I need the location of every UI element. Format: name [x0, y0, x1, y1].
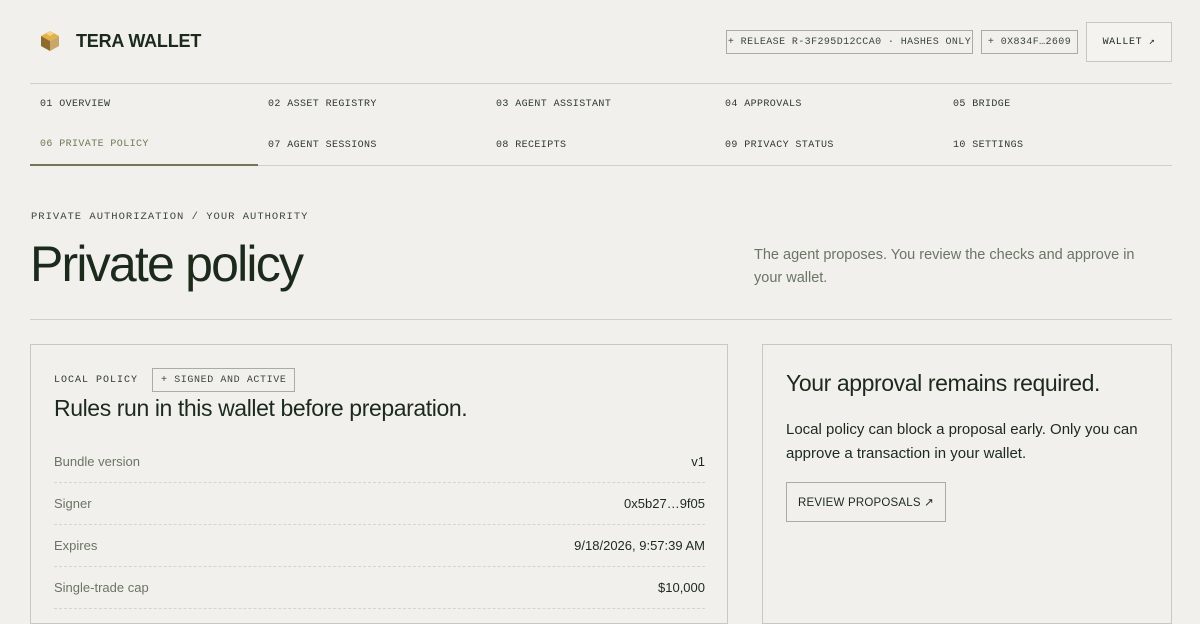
wallet-button[interactable]: WALLET ↗	[1086, 22, 1172, 62]
approval-title: Your approval remains required.	[786, 370, 1101, 396]
brand-name: TERA WALLET	[76, 30, 202, 51]
review-proposals-button[interactable]: REVIEW PROPOSALS ↗	[786, 482, 946, 522]
status-badge: + SIGNED AND ACTIVE	[152, 368, 296, 392]
nav-item-receipts[interactable]: 08 RECEIPTS	[486, 125, 714, 166]
page-title: Private policy	[30, 236, 304, 292]
detail-key: Bundle version	[54, 454, 140, 469]
app-header: TERA WALLET + RELEASE R-3F295D12CCA0 · H…	[30, 0, 1172, 84]
detail-row-signer: Signer 0x5b27…9f05	[54, 483, 705, 525]
nav-item-private-policy[interactable]: 06 PRIVATE POLICY	[30, 125, 258, 166]
detail-key: Signer	[54, 496, 92, 511]
nav-item-agent-assistant[interactable]: 03 AGENT ASSISTANT	[486, 84, 714, 125]
nav-item-agent-sessions[interactable]: 07 AGENT SESSIONS	[258, 125, 486, 166]
approval-card: Your approval remains required. Local po…	[762, 344, 1172, 624]
detail-key: Expires	[54, 538, 98, 553]
breadcrumb: PRIVATE AUTHORIZATION / YOUR AUTHORITY	[31, 211, 309, 223]
detail-value: 9/18/2026, 9:57:39 AM	[574, 538, 705, 553]
detail-value: v1	[691, 454, 705, 469]
policy-detail-list: Bundle version v1 Signer 0x5b27…9f05 Exp…	[54, 441, 705, 609]
card-label: LOCAL POLICY	[54, 375, 139, 386]
nav-item-settings[interactable]: 10 SETTINGS	[943, 125, 1171, 166]
page-intro: The agent proposes. You review the check…	[754, 247, 1135, 286]
detail-row-expires: Expires 9/18/2026, 9:57:39 AM	[54, 525, 705, 567]
cube-logo-icon	[41, 31, 59, 51]
detail-value: 0x5b27…9f05	[624, 496, 705, 511]
main-nav: 01 OVERVIEW 02 ASSET REGISTRY 03 AGENT A…	[30, 84, 1172, 166]
wallet-address-chip[interactable]: + 0X834F…2609	[981, 30, 1078, 54]
detail-key: Single-trade cap	[54, 580, 149, 595]
section-divider	[30, 319, 1172, 320]
nav-item-bridge[interactable]: 05 BRIDGE	[943, 84, 1171, 125]
nav-item-asset-registry[interactable]: 02 ASSET REGISTRY	[258, 84, 486, 125]
detail-row-single-trade-cap: Single-trade cap $10,000	[54, 567, 705, 609]
nav-item-overview[interactable]: 01 OVERVIEW	[30, 84, 258, 125]
release-chip: + RELEASE R-3F295D12CCA0 · HASHES ONLY	[726, 30, 973, 54]
brand[interactable]: TERA WALLET	[40, 30, 201, 52]
nav-item-privacy-status[interactable]: 09 PRIVACY STATUS	[715, 125, 943, 166]
card-heading: Rules run in this wallet before preparat…	[54, 395, 468, 421]
approval-text: Local policy can block a proposal early.…	[786, 421, 1138, 462]
detail-row-bundle-version: Bundle version v1	[54, 441, 705, 483]
nav-item-approvals[interactable]: 04 APPROVALS	[715, 84, 943, 125]
detail-value: $10,000	[658, 580, 705, 595]
local-policy-card: LOCAL POLICY + SIGNED AND ACTIVE Rules r…	[30, 344, 728, 624]
